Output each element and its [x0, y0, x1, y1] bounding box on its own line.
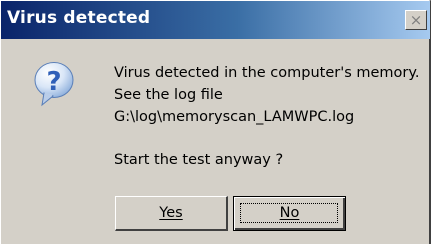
no-button[interactable]: No	[233, 196, 346, 231]
question-icon: ?	[34, 62, 74, 107]
message-line: See the log file	[114, 87, 223, 103]
dialog-title: Virus detected	[7, 8, 151, 28]
close-button[interactable]: ×	[405, 10, 427, 30]
dialog-window: Virus detected × ? Virus detected in the…	[0, 0, 431, 244]
title-bar[interactable]: Virus detected ×	[1, 1, 430, 39]
prompt-text: Start the test anyway ?	[114, 152, 284, 168]
message-line: Virus detected in the computer's memory.	[114, 65, 420, 81]
log-file-path: G:\log\memoryscan_LAMWPC.log	[114, 109, 355, 125]
message-text: Virus detected in the computer's memory.…	[114, 62, 420, 128]
svg-text:?: ?	[46, 67, 61, 97]
no-button-label: No	[279, 205, 300, 221]
close-icon: ×	[409, 11, 423, 29]
yes-button[interactable]: Yes	[115, 196, 228, 231]
yes-button-label: Yes	[159, 204, 183, 221]
